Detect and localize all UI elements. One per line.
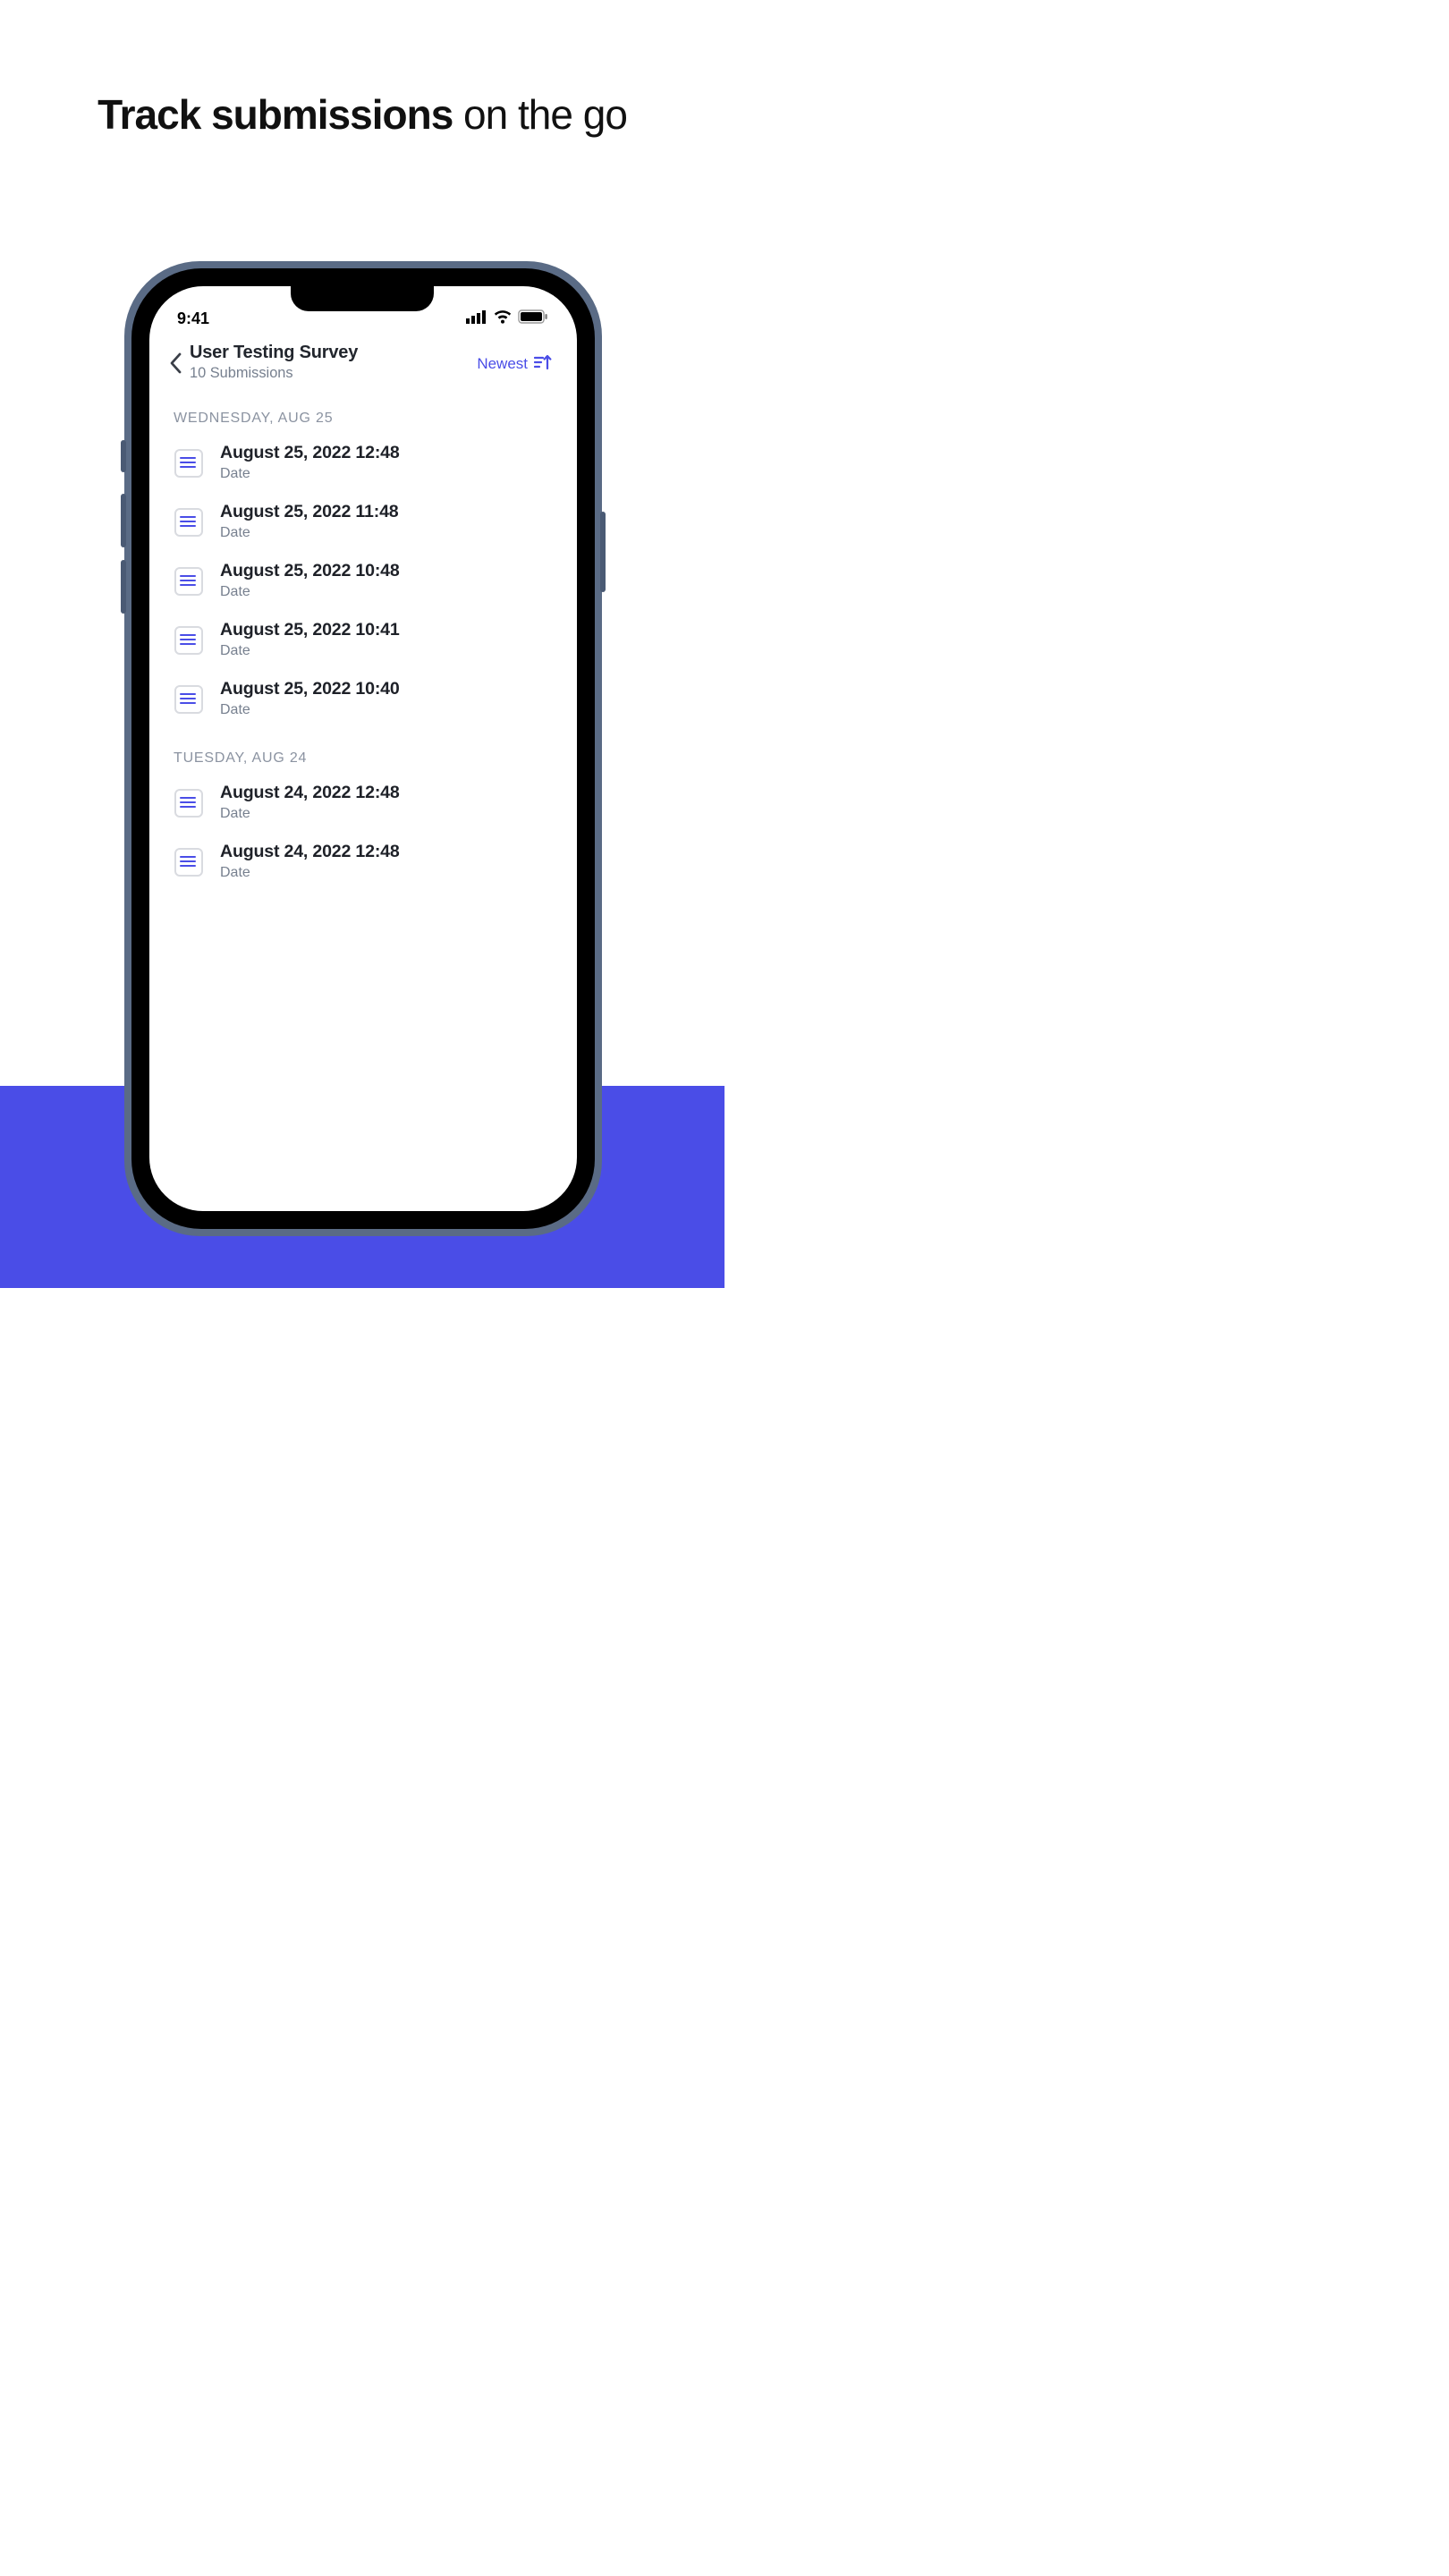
row-text: August 25, 2022 11:48 Date (220, 503, 551, 540)
sort-ascending-icon (533, 354, 551, 370)
submission-sublabel: Date (220, 583, 551, 599)
phone-bezel: 9:41 (131, 268, 594, 1229)
headline-rest: on the go (453, 91, 627, 138)
row-text: August 25, 2022 10:48 Date (220, 562, 551, 599)
phone-side-button (120, 560, 125, 614)
row-text: August 24, 2022 12:48 Date (220, 784, 551, 821)
form-icon (174, 566, 202, 595)
battery-icon (517, 309, 547, 326)
row-text: August 25, 2022 12:48 Date (220, 444, 551, 481)
submission-sublabel: Date (220, 805, 551, 821)
status-time: 9:41 (177, 309, 209, 326)
form-icon (174, 625, 202, 654)
headline-bold: Track submissions (97, 91, 453, 138)
row-text: August 25, 2022 10:40 Date (220, 680, 551, 717)
submission-row[interactable]: August 25, 2022 10:40 Date (174, 673, 551, 732)
phone-frame: 9:41 (123, 261, 601, 1236)
wifi-icon (492, 309, 512, 326)
page-title: User Testing Survey (190, 343, 477, 363)
submission-title: August 25, 2022 10:48 (220, 562, 551, 581)
form-icon (174, 847, 202, 876)
chevron-left-icon (169, 352, 182, 373)
phone-screen: 9:41 (148, 286, 576, 1211)
section-header: TUESDAY, AUG 24 (174, 750, 551, 766)
page-subtitle: 10 Submissions (190, 365, 477, 381)
phone-side-button (120, 494, 125, 547)
row-text: August 24, 2022 12:48 Date (220, 843, 551, 880)
submission-sublabel: Date (220, 864, 551, 880)
submission-title: August 25, 2022 12:48 (220, 444, 551, 463)
sort-label: Newest (477, 353, 528, 371)
submission-sublabel: Date (220, 642, 551, 658)
submission-row[interactable]: August 25, 2022 10:41 Date (174, 614, 551, 673)
submissions-list: WEDNESDAY, AUG 25 August 25, 2022 12:48 Da… (148, 388, 576, 894)
marketing-headline: Track submissions on the go (0, 0, 724, 141)
submission-row[interactable]: August 25, 2022 10:48 Date (174, 555, 551, 614)
form-icon (174, 507, 202, 536)
phone-side-button (599, 512, 605, 592)
submission-title: August 25, 2022 10:40 (220, 680, 551, 699)
form-icon (174, 684, 202, 713)
sort-button[interactable]: Newest (477, 353, 551, 371)
cellular-icon (465, 309, 487, 326)
phone-notch (291, 286, 434, 311)
submission-title: August 25, 2022 10:41 (220, 621, 551, 640)
submission-sublabel: Date (220, 701, 551, 717)
back-button[interactable] (163, 346, 188, 378)
submission-row[interactable]: August 25, 2022 11:48 Date (174, 496, 551, 555)
submission-title: August 24, 2022 12:48 (220, 843, 551, 862)
submission-row[interactable]: August 24, 2022 12:48 Date (174, 835, 551, 894)
phone-side-button (120, 440, 125, 472)
submission-title: August 24, 2022 12:48 (220, 784, 551, 803)
form-icon (174, 448, 202, 477)
submission-sublabel: Date (220, 465, 551, 481)
nav-header: User Testing Survey 10 Submissions Newes… (148, 333, 576, 388)
section-header: WEDNESDAY, AUG 25 (174, 410, 551, 426)
submission-row[interactable]: August 24, 2022 12:48 Date (174, 776, 551, 835)
title-block: User Testing Survey 10 Submissions (190, 343, 477, 381)
status-icons (465, 309, 547, 326)
submission-title: August 25, 2022 11:48 (220, 503, 551, 522)
submission-sublabel: Date (220, 524, 551, 540)
form-icon (174, 788, 202, 817)
submission-row[interactable]: August 25, 2022 12:48 Date (174, 436, 551, 496)
row-text: August 25, 2022 10:41 Date (220, 621, 551, 658)
